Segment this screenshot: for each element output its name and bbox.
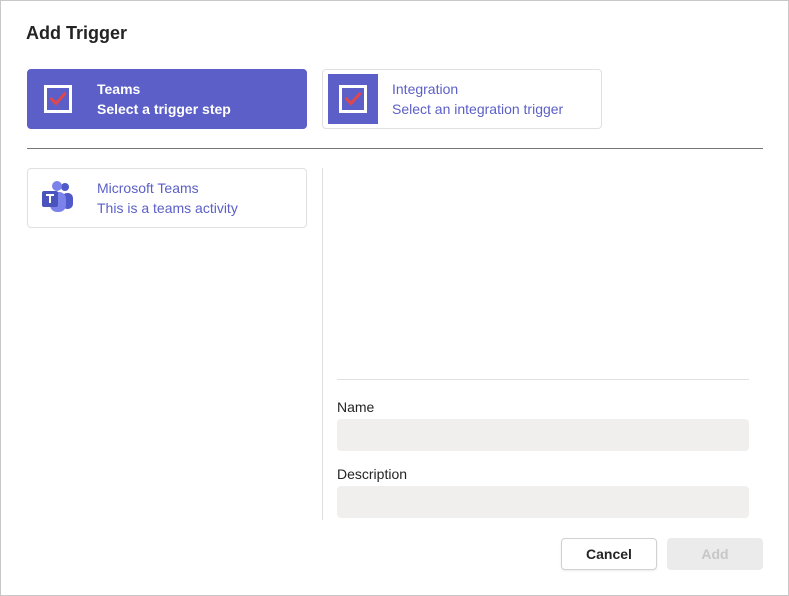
- activity-card-microsoft-teams[interactable]: Microsoft Teams This is a teams activity: [27, 168, 307, 228]
- trigger-card-title: Integration: [392, 81, 459, 97]
- name-label: Name: [337, 399, 375, 415]
- add-trigger-dialog: Add Trigger Teams Select a trigger step …: [0, 0, 789, 596]
- trigger-card-description: Select a trigger step: [97, 101, 231, 117]
- trigger-card-title: Teams: [97, 81, 141, 97]
- description-label: Description: [337, 466, 408, 482]
- name-input[interactable]: [337, 419, 749, 451]
- section-divider: [27, 148, 763, 149]
- trigger-card-integration[interactable]: Integration Select an integration trigge…: [322, 69, 602, 129]
- activity-card-title: Microsoft Teams: [97, 180, 199, 196]
- dialog-title: Add Trigger: [26, 23, 128, 43]
- cancel-button[interactable]: Cancel: [561, 538, 657, 570]
- add-button[interactable]: Add: [667, 538, 763, 570]
- form-divider: [337, 379, 749, 380]
- trigger-card-teams[interactable]: Teams Select a trigger step: [27, 69, 307, 129]
- description-input[interactable]: [337, 486, 749, 518]
- trigger-card-description: Select an integration trigger: [392, 101, 564, 117]
- checkbox-checked-icon: [33, 74, 83, 124]
- activity-card-description: This is a teams activity: [97, 200, 238, 216]
- checkbox-checked-icon: [328, 74, 378, 124]
- microsoft-teams-icon: [42, 181, 73, 212]
- vertical-divider: [322, 168, 323, 520]
